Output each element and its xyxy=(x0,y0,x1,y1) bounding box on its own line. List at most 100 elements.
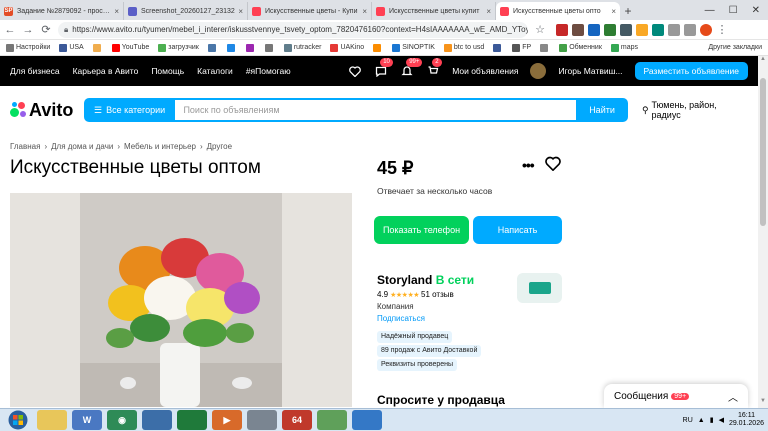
scrollbar-thumb[interactable] xyxy=(760,78,766,226)
product-photo[interactable] xyxy=(10,193,352,407)
search-input[interactable]: Поиск по объявлениям xyxy=(175,98,577,122)
favorites-heart-icon[interactable] xyxy=(348,64,362,78)
download-icon[interactable] xyxy=(684,23,696,36)
top-link-career[interactable]: Карьера в Авито xyxy=(73,66,139,76)
browser-tab[interactable]: Screenshot_20260127_23132 × xyxy=(124,2,248,20)
all-categories-button[interactable]: ☰ Все категории xyxy=(83,98,176,122)
bookmark-item[interactable]: YouTube xyxy=(111,43,149,52)
messages-icon[interactable]: 10 xyxy=(374,58,393,78)
breadcrumb-item[interactable]: Для дома и дачи xyxy=(51,142,113,151)
close-tab-icon[interactable]: × xyxy=(362,7,367,16)
bookmark-item[interactable]: USA xyxy=(59,43,84,52)
bookmark-item[interactable]: Настройки xyxy=(6,43,50,52)
breadcrumb-item[interactable]: Другое xyxy=(207,142,232,151)
extension-icon[interactable] xyxy=(636,23,648,36)
seller-logo[interactable] xyxy=(517,273,562,303)
bookmark-item[interactable]: btc to usd xyxy=(443,43,484,52)
browser-tab[interactable]: Искусственные цветы - Купи × xyxy=(248,2,372,20)
user-avatar[interactable] xyxy=(530,63,547,79)
bookmark-item[interactable]: maps xyxy=(610,43,638,52)
extension-icon[interactable] xyxy=(604,23,616,36)
top-link-business[interactable]: Для бизнеса xyxy=(10,66,60,76)
app-icon[interactable] xyxy=(247,410,277,430)
app-icon[interactable]: 64 xyxy=(282,410,312,430)
close-window-icon[interactable]: ✕ xyxy=(752,5,760,16)
app-icon[interactable] xyxy=(177,410,207,430)
back-icon[interactable]: ← xyxy=(4,24,16,36)
browser-tab[interactable]: Искусственные цветы опто × xyxy=(496,2,620,20)
browser-tab[interactable]: SP Задание №2879092 - просмо × xyxy=(0,2,124,20)
top-link-help-hashtag[interactable]: #яПомогаю xyxy=(246,66,291,76)
messages-widget[interactable]: Сообщения 99+ ︿ xyxy=(604,384,748,408)
profile-avatar-icon[interactable] xyxy=(700,23,712,36)
close-tab-icon[interactable]: × xyxy=(238,7,243,16)
avito-logo[interactable]: Avito xyxy=(10,100,84,121)
menu-kebab-icon[interactable]: ⋮ xyxy=(716,23,728,36)
scroll-down-arrow-icon[interactable]: ▼ xyxy=(758,398,768,408)
reload-icon[interactable]: ⟳ xyxy=(40,23,52,36)
user-name[interactable]: Игорь Матвиш... xyxy=(558,66,622,76)
extension-icon[interactable] xyxy=(652,23,664,36)
other-bookmarks[interactable]: Другие закладки xyxy=(705,44,762,51)
breadcrumb-item[interactable]: Главная xyxy=(10,142,40,151)
media-player-icon[interactable]: ▶ xyxy=(212,410,242,430)
bookmark-item[interactable] xyxy=(493,43,503,52)
maximize-icon[interactable]: ☐ xyxy=(729,5,738,16)
browser-tab[interactable]: Искусственные цветы купит × xyxy=(372,2,496,20)
bookmark-item[interactable] xyxy=(92,43,103,52)
place-ad-button[interactable]: Разместить объявление xyxy=(634,62,748,80)
page-scrollbar[interactable]: ▲ ▼ xyxy=(758,56,768,408)
location-selector[interactable]: ⚲ Тюмень, район, радиус xyxy=(642,100,748,120)
bookmark-item[interactable]: загрузчик xyxy=(158,43,199,52)
bookmark-item[interactable] xyxy=(540,43,550,52)
bookmark-item[interactable]: SINOPTIK xyxy=(392,43,435,52)
explorer-app-icon[interactable] xyxy=(37,410,67,430)
show-phone-button[interactable]: Показать телефон xyxy=(374,216,469,244)
extension-icon[interactable] xyxy=(588,23,600,36)
bookmark-item[interactable] xyxy=(207,43,218,52)
minimize-icon[interactable]: — xyxy=(705,5,715,16)
close-tab-icon[interactable]: × xyxy=(486,7,491,16)
breadcrumb-item[interactable]: Мебель и интерьер xyxy=(124,142,196,151)
cart-icon[interactable]: 2 xyxy=(426,58,442,78)
notifications-bell-icon[interactable]: 99+ xyxy=(400,58,423,78)
forward-icon[interactable]: → xyxy=(22,24,34,36)
app-icon[interactable] xyxy=(352,410,382,430)
close-tab-icon[interactable]: × xyxy=(611,7,616,16)
bookmark-item[interactable]: FP xyxy=(512,43,531,52)
subscribe-link[interactable]: Подписаться xyxy=(377,314,425,323)
seller-name[interactable]: Storyland В сети xyxy=(377,273,474,287)
seller-rating[interactable]: 4.9 ★★★★★ 51 отзыв xyxy=(377,290,454,299)
top-link-catalogs[interactable]: Каталоги xyxy=(197,66,233,76)
start-button[interactable] xyxy=(4,410,32,431)
clock[interactable]: 16:11 29.01.2026 xyxy=(729,412,764,428)
bookmark-item[interactable] xyxy=(226,43,237,52)
network-icon[interactable]: ▮ xyxy=(710,416,714,424)
bookmark-star-icon[interactable]: ☆ xyxy=(534,23,546,36)
extension-icon[interactable] xyxy=(556,23,568,36)
top-link-help[interactable]: Помощь xyxy=(151,66,184,76)
volume-icon[interactable]: ◀ xyxy=(719,416,724,424)
more-options-icon[interactable]: ••• xyxy=(522,157,535,173)
puzzle-icon[interactable] xyxy=(668,23,680,36)
language-indicator[interactable]: RU xyxy=(683,417,693,424)
search-button[interactable]: Найти xyxy=(576,98,628,122)
my-ads-link[interactable]: Мои объявления xyxy=(452,66,518,76)
scroll-up-arrow-icon[interactable]: ▲ xyxy=(758,56,768,66)
bookmark-item[interactable]: rutracker xyxy=(283,43,321,52)
tray-arrow-icon[interactable]: ▲ xyxy=(698,417,705,424)
extension-icon[interactable] xyxy=(572,23,584,36)
bookmark-item[interactable] xyxy=(245,43,256,52)
bookmark-item[interactable] xyxy=(264,43,275,52)
bookmark-item[interactable] xyxy=(373,43,383,52)
chrome-app-icon[interactable]: ◉ xyxy=(107,410,137,430)
chevron-up-icon[interactable]: ︿ xyxy=(728,389,738,404)
new-tab-button[interactable]: + xyxy=(620,2,636,20)
url-input[interactable]: 🔒︎ https://www.avito.ru/tyumen/mebel_i_i… xyxy=(58,21,528,38)
favorite-heart-icon[interactable] xyxy=(545,156,561,172)
app-icon[interactable]: W xyxy=(72,410,102,430)
extension-icon[interactable] xyxy=(620,23,632,36)
app-icon[interactable] xyxy=(317,410,347,430)
bookmark-item[interactable]: UAKino xyxy=(330,43,364,52)
bookmark-item[interactable]: Обменник xyxy=(559,43,602,52)
